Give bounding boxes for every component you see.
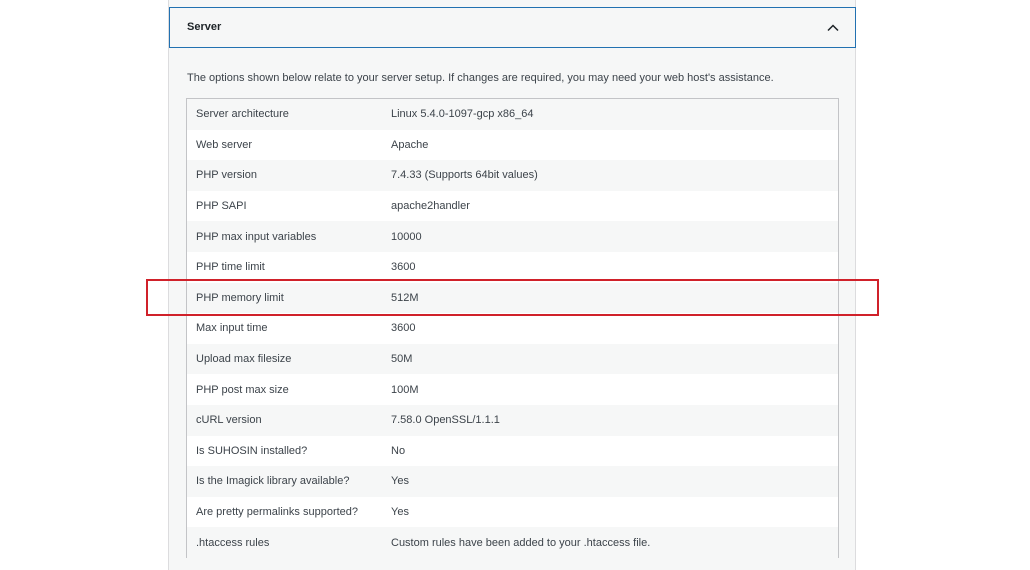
row-label: PHP post max size (196, 383, 289, 396)
row-value: 3600 (391, 261, 416, 274)
server-info-table: Server architecture Linux 5.4.0-1097-gcp… (186, 98, 839, 558)
row-value: Linux 5.4.0-1097-gcp x86_64 (391, 108, 534, 121)
section-intro: The options shown below relate to your s… (187, 72, 774, 84)
section-title: Server (187, 21, 222, 33)
table-row: PHP post max size 100M (187, 374, 838, 405)
table-row: Is the Imagick library available? Yes (187, 466, 838, 497)
table-row: PHP max input variables 10000 (187, 221, 838, 252)
row-value: No (391, 444, 406, 457)
table-row: Web server Apache (187, 129, 838, 161)
row-value: Yes (391, 506, 409, 519)
table-row: PHP SAPI apache2handler (187, 190, 838, 222)
table-row: PHP version 7.4.33 (Supports 64bit value… (187, 160, 838, 191)
table-row: Is SUHOSIN installed? No (187, 435, 838, 467)
row-value: 7.58.0 OpenSSL/1.1.1 (391, 414, 500, 427)
row-value: apache2handler (391, 200, 470, 213)
row-value: 100M (391, 383, 419, 396)
row-label: Is the Imagick library available? (196, 475, 350, 488)
row-value: 50M (391, 353, 413, 366)
row-label: Server architecture (196, 108, 289, 121)
row-value: Apache (391, 138, 429, 151)
row-label: .htaccess rules (196, 536, 270, 549)
server-accordion-toggle[interactable]: Server (169, 7, 856, 48)
row-value: 7.4.33 (Supports 64bit values) (391, 169, 538, 182)
table-row: Max input time 3600 (187, 313, 838, 344)
row-value: 3600 (391, 322, 416, 335)
table-row: Are pretty permalinks supported? Yes (187, 496, 838, 528)
row-label: PHP max input variables (196, 230, 317, 243)
row-label: cURL version (196, 414, 262, 427)
chevron-up-icon (827, 24, 839, 32)
row-label: Is SUHOSIN installed? (196, 444, 308, 457)
table-row: Server architecture Linux 5.4.0-1097-gcp… (187, 99, 838, 130)
row-label: Max input time (196, 322, 268, 335)
table-row: .htaccess rules Custom rules have been a… (187, 527, 838, 558)
row-label: Web server (196, 138, 253, 151)
table-row: cURL version 7.58.0 OpenSSL/1.1.1 (187, 404, 838, 436)
row-value: 512M (391, 291, 419, 304)
row-value: Custom rules have been added to your .ht… (391, 536, 651, 549)
row-label: PHP SAPI (196, 200, 247, 213)
table-row-memory-limit: PHP memory limit 512M (187, 282, 838, 314)
row-value: Yes (391, 475, 409, 488)
row-label: Are pretty permalinks supported? (196, 506, 359, 519)
row-value: 10000 (391, 230, 422, 243)
row-label: PHP time limit (196, 261, 265, 274)
row-label: PHP memory limit (196, 291, 284, 304)
row-label: PHP version (196, 169, 257, 182)
table-row: Upload max filesize 50M (187, 343, 838, 375)
table-row: PHP time limit 3600 (187, 251, 838, 283)
row-label: Upload max filesize (196, 353, 292, 366)
